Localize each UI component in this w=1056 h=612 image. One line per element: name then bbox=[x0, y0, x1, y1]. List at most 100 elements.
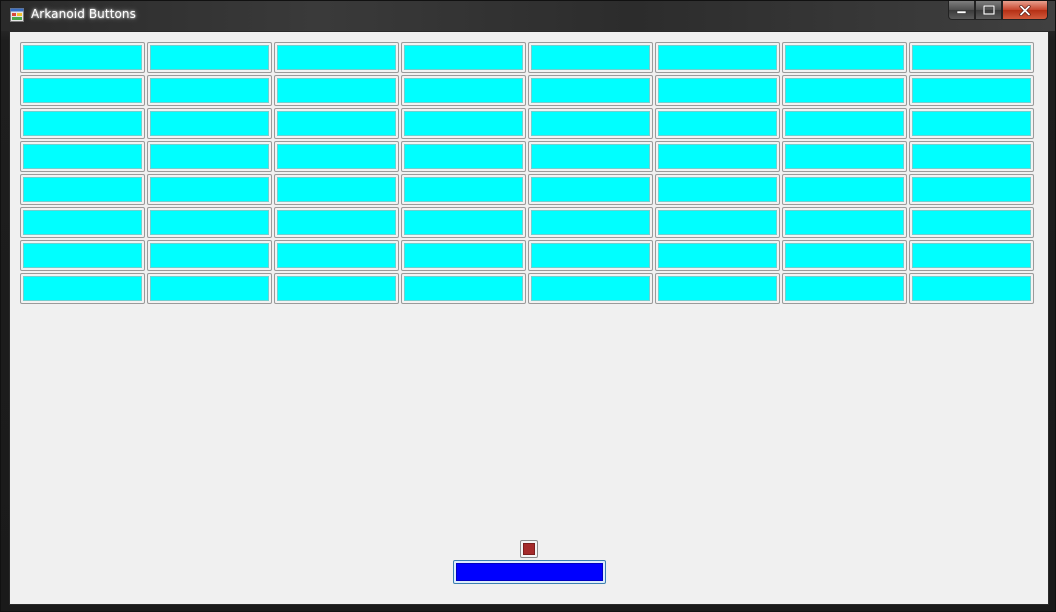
brick-face bbox=[785, 210, 904, 235]
brick-face bbox=[912, 144, 1031, 169]
brick-button[interactable] bbox=[782, 141, 907, 172]
brick-button[interactable] bbox=[655, 141, 780, 172]
brick-button[interactable] bbox=[782, 42, 907, 73]
brick-face bbox=[150, 210, 269, 235]
brick-face bbox=[785, 243, 904, 268]
brick-face bbox=[150, 45, 269, 70]
brick-button[interactable] bbox=[20, 240, 145, 271]
brick-button[interactable] bbox=[20, 108, 145, 139]
brick-button[interactable] bbox=[20, 75, 145, 106]
brick-button[interactable] bbox=[909, 174, 1034, 205]
brick-button[interactable] bbox=[528, 207, 653, 238]
brick-button[interactable] bbox=[782, 273, 907, 304]
brick-button[interactable] bbox=[274, 273, 399, 304]
brick-grid bbox=[20, 42, 1034, 304]
brick-face bbox=[912, 276, 1031, 301]
brick-button[interactable] bbox=[782, 240, 907, 271]
brick-button[interactable] bbox=[401, 240, 526, 271]
brick-button[interactable] bbox=[655, 240, 780, 271]
brick-button[interactable] bbox=[909, 240, 1034, 271]
brick-face bbox=[785, 177, 904, 202]
brick-button[interactable] bbox=[147, 75, 272, 106]
paddle[interactable] bbox=[453, 560, 606, 584]
brick-button[interactable] bbox=[147, 240, 272, 271]
brick-button[interactable] bbox=[147, 174, 272, 205]
brick-button[interactable] bbox=[401, 141, 526, 172]
brick-button[interactable] bbox=[528, 141, 653, 172]
brick-button[interactable] bbox=[782, 75, 907, 106]
maximize-button[interactable] bbox=[975, 1, 1002, 20]
brick-button[interactable] bbox=[401, 42, 526, 73]
brick-button[interactable] bbox=[655, 174, 780, 205]
brick-button[interactable] bbox=[20, 273, 145, 304]
brick-button[interactable] bbox=[782, 174, 907, 205]
brick-button[interactable] bbox=[528, 273, 653, 304]
brick-button[interactable] bbox=[274, 75, 399, 106]
brick-button[interactable] bbox=[401, 207, 526, 238]
brick-button[interactable] bbox=[909, 207, 1034, 238]
brick-button[interactable] bbox=[147, 141, 272, 172]
brick-button[interactable] bbox=[147, 108, 272, 139]
brick-button[interactable] bbox=[782, 108, 907, 139]
brick-button[interactable] bbox=[274, 207, 399, 238]
brick-button[interactable] bbox=[909, 108, 1034, 139]
brick-face bbox=[531, 78, 650, 103]
brick-face bbox=[404, 243, 523, 268]
brick-button[interactable] bbox=[909, 141, 1034, 172]
brick-button[interactable] bbox=[147, 273, 272, 304]
brick-button[interactable] bbox=[782, 207, 907, 238]
brick-button[interactable] bbox=[401, 273, 526, 304]
brick-button[interactable] bbox=[401, 75, 526, 106]
brick-button[interactable] bbox=[274, 240, 399, 271]
brick-face bbox=[531, 210, 650, 235]
brick-button[interactable] bbox=[655, 42, 780, 73]
brick-face bbox=[912, 111, 1031, 136]
brick-button[interactable] bbox=[655, 108, 780, 139]
brick-button[interactable] bbox=[274, 141, 399, 172]
brick-face bbox=[404, 210, 523, 235]
close-button[interactable] bbox=[1002, 1, 1048, 20]
brick-face bbox=[404, 177, 523, 202]
brick-button[interactable] bbox=[655, 75, 780, 106]
title-bar[interactable]: Arkanoid Buttons bbox=[1, 1, 1055, 31]
brick-face bbox=[150, 243, 269, 268]
brick-button[interactable] bbox=[20, 174, 145, 205]
brick-face bbox=[150, 144, 269, 169]
brick-button[interactable] bbox=[528, 240, 653, 271]
brick-button[interactable] bbox=[274, 42, 399, 73]
brick-face bbox=[277, 111, 396, 136]
brick-button[interactable] bbox=[909, 273, 1034, 304]
brick-button[interactable] bbox=[401, 174, 526, 205]
brick-button[interactable] bbox=[528, 42, 653, 73]
brick-button[interactable] bbox=[655, 273, 780, 304]
brick-face bbox=[785, 111, 904, 136]
brick-button[interactable] bbox=[909, 42, 1034, 73]
brick-button[interactable] bbox=[655, 207, 780, 238]
brick-button[interactable] bbox=[147, 207, 272, 238]
brick-face bbox=[785, 276, 904, 301]
brick-face bbox=[912, 45, 1031, 70]
brick-face bbox=[404, 144, 523, 169]
brick-face bbox=[785, 78, 904, 103]
brick-button[interactable] bbox=[20, 42, 145, 73]
brick-face bbox=[404, 276, 523, 301]
brick-button[interactable] bbox=[20, 207, 145, 238]
brick-face bbox=[150, 78, 269, 103]
brick-button[interactable] bbox=[20, 141, 145, 172]
brick-face bbox=[531, 45, 650, 70]
ball[interactable] bbox=[520, 540, 538, 558]
brick-button[interactable] bbox=[528, 108, 653, 139]
brick-button[interactable] bbox=[274, 174, 399, 205]
brick-face bbox=[150, 276, 269, 301]
brick-button[interactable] bbox=[528, 75, 653, 106]
winforms-app-icon[interactable] bbox=[10, 8, 24, 22]
brick-button[interactable] bbox=[274, 108, 399, 139]
brick-face bbox=[23, 144, 142, 169]
brick-button[interactable] bbox=[401, 108, 526, 139]
brick-button[interactable] bbox=[909, 75, 1034, 106]
brick-button[interactable] bbox=[147, 42, 272, 73]
brick-button[interactable] bbox=[528, 174, 653, 205]
brick-face bbox=[658, 210, 777, 235]
minimize-button[interactable] bbox=[948, 1, 975, 20]
brick-face bbox=[277, 177, 396, 202]
